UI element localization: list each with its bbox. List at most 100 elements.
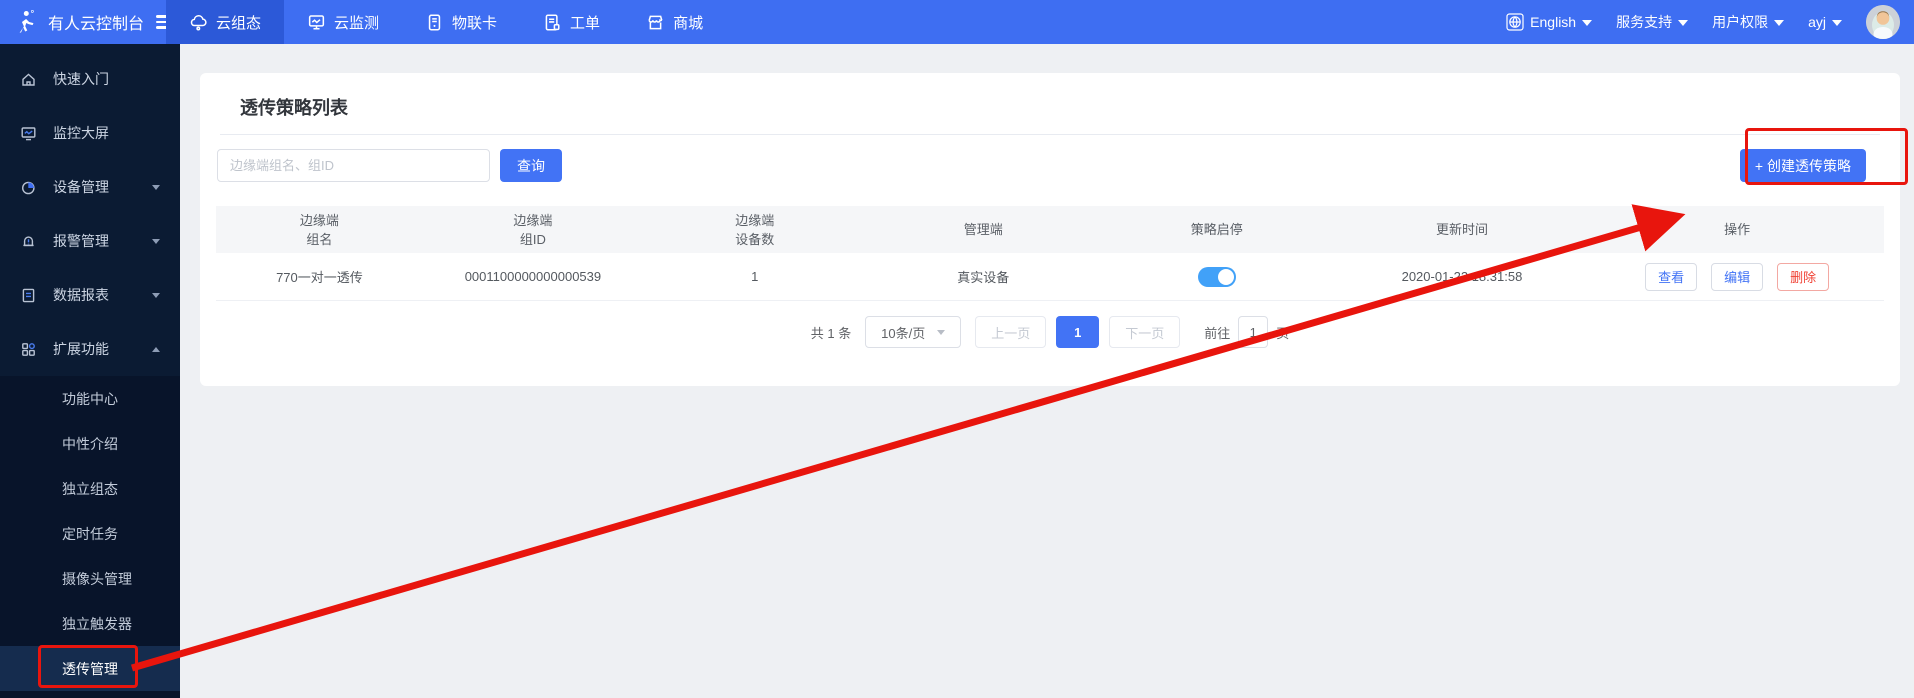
device-pie-icon	[20, 179, 37, 196]
sidebar-item-device-management[interactable]: 设备管理	[0, 160, 180, 214]
policy-list-card: 透传策略列表 查询 + 创建透传策略 边缘端组名 边缘端组ID 边缘端设备数	[200, 73, 1900, 386]
language-selector[interactable]: English	[1506, 13, 1592, 31]
topnav-item-cloud-config[interactable]: 云组态	[166, 0, 284, 44]
submenu-item-function-center[interactable]: 功能中心	[0, 376, 180, 421]
col-header-update-time: 更新时间	[1334, 220, 1591, 239]
pagination: 共 1 条 10条/页 上一页 1 下一页 前往 页	[200, 316, 1900, 348]
topnav-item-iot-card[interactable]: 物联卡	[402, 0, 520, 44]
chevron-down-icon	[1832, 20, 1842, 26]
cell-manage-type: 真实设备	[867, 267, 1101, 286]
submenu-item-label: 透传管理	[62, 659, 118, 679]
view-button[interactable]: 查看	[1645, 263, 1697, 291]
sidebar-item-monitor-screen[interactable]: 监控大屏	[0, 106, 180, 160]
prev-page-button[interactable]: 上一页	[975, 316, 1046, 348]
topnav-item-cloud-monitor[interactable]: 云监测	[284, 0, 402, 44]
chevron-down-icon	[152, 239, 160, 244]
submenu-item-label: 功能中心	[62, 389, 118, 409]
cloud-icon	[189, 13, 208, 32]
edit-button[interactable]: 编辑	[1711, 263, 1763, 291]
chevron-down-icon	[152, 185, 160, 190]
submenu-item-label: 中性介绍	[62, 434, 118, 454]
submenu-item-label: 独立触发器	[62, 614, 132, 634]
submenu-item-standalone-trigger[interactable]: 独立触发器	[0, 601, 180, 646]
permission-menu[interactable]: 用户权限	[1712, 12, 1784, 32]
page-size-value: 10条/页	[881, 323, 925, 342]
submenu-item-label: 定时任务	[62, 524, 118, 544]
topnav-item-label: 工单	[570, 12, 600, 33]
submenu-item-passthrough-management[interactable]: 透传管理	[0, 646, 180, 691]
col-header-actions: 操作	[1590, 220, 1884, 239]
language-label: English	[1530, 14, 1576, 30]
submenu-item-standalone-config[interactable]: 独立组态	[0, 466, 180, 511]
col-header-edge-group-id: 边缘端组ID	[423, 211, 643, 249]
support-label: 服务支持	[1616, 12, 1672, 32]
topbar-right: English 服务支持 用户权限 ayj	[1506, 0, 1914, 44]
page-title: 透传策略列表	[200, 73, 1900, 134]
total-count-label: 共 1 条	[811, 323, 851, 342]
cell-update-time: 2020-01-22 18:31:58	[1334, 269, 1591, 284]
policy-table: 边缘端组名 边缘端组ID 边缘端设备数 管理端 策略启停 更新时间 操作 770…	[216, 206, 1884, 301]
submenu-item-scheduled-tasks[interactable]: 定时任务	[0, 511, 180, 556]
user-menu[interactable]: ayj	[1808, 14, 1842, 30]
work-order-icon	[543, 13, 562, 32]
topnav-item-work-order[interactable]: 工单	[520, 0, 623, 44]
submenu-item-camera-management[interactable]: 摄像头管理	[0, 556, 180, 601]
table-header-row: 边缘端组名 边缘端组ID 边缘端设备数 管理端 策略启停 更新时间 操作	[216, 206, 1884, 253]
page-size-select[interactable]: 10条/页	[865, 316, 961, 348]
home-icon	[20, 71, 37, 88]
sidebar: 快速入门 监控大屏 设备管理 报警管理	[0, 44, 180, 698]
sidebar-item-data-report[interactable]: 数据报表	[0, 268, 180, 322]
avatar[interactable]	[1866, 5, 1900, 39]
sidebar-item-label: 报警管理	[53, 231, 136, 251]
topnav-item-mall[interactable]: 商城	[623, 0, 726, 44]
support-menu[interactable]: 服务支持	[1616, 12, 1688, 32]
sidebar-item-label: 设备管理	[53, 177, 136, 197]
topnav-item-label: 云监测	[334, 12, 379, 33]
goto-label: 前往	[1204, 323, 1230, 342]
topbar: 有人云控制台 云组态 云监测 物联卡	[0, 0, 1914, 44]
cell-group-id: 0001100000000000539	[423, 269, 643, 284]
table-row: 770一对一透传 0001100000000000539 1 真实设备 2020…	[216, 253, 1884, 301]
main-content: 透传策略列表 查询 + 创建透传策略 边缘端组名 边缘端组ID 边缘端设备数	[180, 44, 1914, 698]
submenu-item-neutral-intro[interactable]: 中性介绍	[0, 421, 180, 466]
col-header-policy-switch: 策略启停	[1100, 220, 1334, 239]
brand-title: 有人云控制台	[48, 10, 144, 34]
extensions-grid-icon	[20, 341, 37, 358]
sidebar-item-quick-start[interactable]: 快速入门	[0, 52, 180, 106]
policy-toggle-on[interactable]	[1198, 267, 1236, 287]
sidebar-item-label: 数据报表	[53, 285, 136, 305]
cell-group-name: 770一对一透传	[216, 267, 423, 286]
globe-icon	[1506, 13, 1524, 31]
brand: 有人云控制台	[0, 0, 166, 44]
delete-button[interactable]: 删除	[1777, 263, 1829, 291]
username-label: ayj	[1808, 14, 1826, 30]
next-page-button[interactable]: 下一页	[1109, 316, 1180, 348]
brand-logo-icon	[12, 9, 38, 35]
big-screen-icon	[20, 125, 37, 142]
chevron-down-icon	[152, 293, 160, 298]
goto-page-input[interactable]	[1238, 316, 1268, 348]
cell-device-count: 1	[643, 269, 867, 284]
chevron-up-icon	[152, 347, 160, 352]
col-header-manage-end: 管理端	[867, 220, 1101, 239]
topnav: 云组态 云监测 物联卡 工单	[166, 0, 726, 44]
sidebar-item-alarm-management[interactable]: 报警管理	[0, 214, 180, 268]
chevron-down-icon	[1582, 20, 1592, 26]
search-input[interactable]	[217, 149, 490, 182]
sidebar-item-extensions[interactable]: 扩展功能	[0, 322, 180, 376]
chevron-down-icon	[937, 330, 945, 335]
topnav-item-label: 云组态	[216, 12, 261, 33]
sidebar-main: 快速入门 监控大屏 设备管理 报警管理	[0, 44, 180, 376]
topnav-item-label: 商城	[673, 12, 703, 33]
col-header-edge-group-name: 边缘端组名	[216, 211, 423, 249]
page-1-button[interactable]: 1	[1056, 316, 1099, 348]
create-policy-button[interactable]: + 创建透传策略	[1740, 149, 1866, 182]
cell-policy-switch	[1100, 267, 1334, 287]
sidebar-submenu: 功能中心 中性介绍 独立组态 定时任务 摄像头管理 独立触发器 透传管理	[0, 376, 180, 698]
sidebar-item-label: 扩展功能	[53, 339, 136, 359]
alarm-bell-icon	[20, 233, 37, 250]
goto-unit-label: 页	[1276, 323, 1289, 342]
sidebar-item-label: 快速入门	[53, 69, 160, 89]
search-button[interactable]: 查询	[500, 149, 562, 182]
submenu-item-label: 独立组态	[62, 479, 118, 499]
